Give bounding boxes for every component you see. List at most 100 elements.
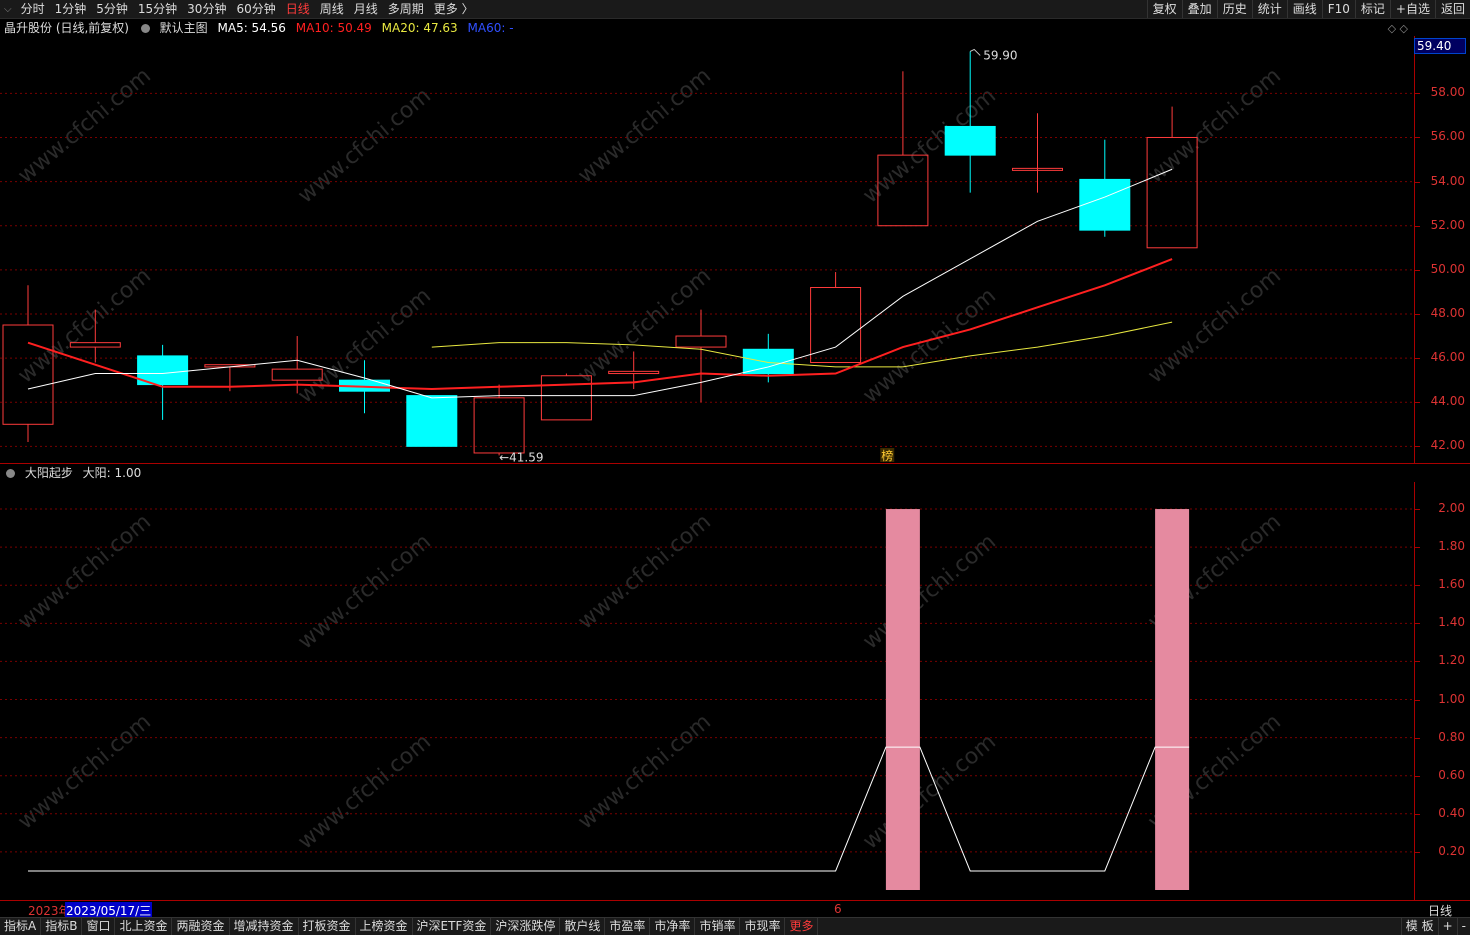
toolbar-right-buttons: 复权 叠加 历史 统计 画线 F10 标记 +自选 返回 [1146, 0, 1470, 18]
settings-circle-icon[interactable] [140, 24, 150, 33]
low-price-label: ←41.59 [499, 450, 543, 464]
indicator-tab-6[interactable]: 打板资金 [299, 918, 356, 935]
period-tab-1[interactable]: 1分钟 [50, 0, 92, 18]
indicator-tab-9[interactable]: 沪深涨跌停 [491, 918, 561, 935]
period-tab-9[interactable]: 多周期 [383, 0, 429, 18]
toolbar-button-1[interactable]: 叠加 [1181, 0, 1217, 18]
expand-icon[interactable]: ⌵ [0, 4, 16, 15]
diamond-icon[interactable]: ◇ ◇ [1388, 22, 1408, 35]
indicator-tab-10[interactable]: 散户线 [560, 918, 606, 935]
indicator-axis-label: 1.40 [1438, 615, 1465, 630]
indicator-axis-label: 1.60 [1438, 577, 1465, 592]
indicator-svg: www.cfchi.com www.cfchi.com www.cfchi.com w… [0, 508, 1414, 890]
indicator-tab-7[interactable]: 上榜资金 [356, 918, 413, 935]
signal-bar[interactable] [1155, 509, 1190, 890]
watermark-text: www.cfchi.com [13, 263, 155, 388]
watermark-text: www.cfchi.com [858, 529, 1000, 654]
axis-tick [1415, 623, 1420, 625]
toolbar-button-0[interactable]: 复权 [1146, 0, 1182, 18]
toolbar-button-4[interactable]: 画线 [1286, 0, 1322, 18]
signal-bar[interactable] [885, 509, 920, 890]
bottom-right-button-0[interactable]: 模 板 [1400, 918, 1438, 935]
period-tab-7[interactable]: 周线 [315, 0, 349, 18]
period-tab-6[interactable]: 日线 [281, 0, 315, 18]
indicator-tab-12[interactable]: 市净率 [650, 918, 696, 935]
axis-tick [1415, 661, 1420, 663]
indicator-tab-4[interactable]: 两融资金 [172, 918, 230, 935]
toolbar-button-5[interactable]: F10 [1321, 0, 1355, 18]
price-axis-label: 52.00 [1430, 217, 1465, 232]
candle[interactable] [1012, 113, 1063, 193]
watermark-text: www.cfchi.com [573, 509, 715, 634]
indicator-tab-11[interactable]: 市盈率 [605, 918, 651, 935]
indicator-tab-0[interactable]: 指标A [0, 918, 42, 935]
ma5-value: MA5: 54.56 [217, 21, 286, 35]
candle[interactable] [1079, 139, 1131, 237]
period-tab-10[interactable]: 更多 〉 [429, 0, 479, 18]
candle[interactable] [137, 344, 189, 420]
candle-body [810, 287, 862, 364]
indicator-tab-13[interactable]: 市销率 [695, 918, 741, 935]
indicator-tab-3[interactable]: 北上资金 [115, 918, 173, 935]
period-tab-0[interactable]: 分时 [16, 0, 50, 18]
price-axis: 58.00 56.00 54.00 52.00 50.00 48.00 46.00 44.00… [1414, 36, 1470, 464]
settings-circle-icon[interactable] [6, 469, 15, 478]
bottom-right-buttons: 模 板 + - [1400, 918, 1470, 935]
toolbar-button-7[interactable]: +自选 [1389, 0, 1435, 18]
period-toolbar: ⌵ 分时 1分钟 5分钟 15分钟 30分钟 60分钟 日线 周线 月线 多周期 更多 〉 复权 叠加… [0, 0, 1470, 19]
bottom-right-button-1[interactable]: + [1437, 918, 1457, 935]
axis-tick [1415, 137, 1420, 139]
candle[interactable] [406, 395, 458, 447]
candlestick-svg: www.cfchi.com www.cfchi.com www.cfchi.com w… [0, 48, 1414, 464]
watermark-text: www.cfchi.com [293, 83, 435, 208]
watermark-text: www.cfchi.com [293, 729, 435, 854]
price-axis-label: 42.00 [1430, 438, 1465, 453]
sub-chart-info: 大阳起步 大阳: 1.00 [4, 465, 147, 481]
axis-tick [1415, 358, 1420, 360]
indicator-tab-14[interactable]: 市现率 [740, 918, 786, 935]
price-axis-label: 48.00 [1430, 305, 1465, 320]
indicator-name[interactable]: 大阳起步 [25, 466, 73, 480]
candle-body [675, 335, 727, 348]
indicator-chart[interactable]: www.cfchi.com www.cfchi.com www.cfchi.com w… [0, 482, 1414, 900]
candle[interactable] [810, 272, 862, 364]
period-tab-5[interactable]: 60分钟 [231, 0, 280, 18]
indicator-tab-2[interactable]: 窗口 [82, 918, 116, 935]
toolbar-button-8[interactable]: 返回 [1434, 0, 1470, 18]
period-tabs: ⌵ 分时 1分钟 5分钟 15分钟 30分钟 60分钟 日线 周线 月线 多周期 更多 〉 [0, 0, 479, 18]
period-tab-3[interactable]: 15分钟 [133, 0, 182, 18]
candle-body [406, 395, 458, 447]
indicator-axis-label: 0.80 [1438, 729, 1465, 744]
toolbar-button-2[interactable]: 历史 [1216, 0, 1252, 18]
indicator-tab-1[interactable]: 指标B [41, 918, 83, 935]
watermark-text: www.cfchi.com [13, 63, 155, 188]
price-axis-label: 46.00 [1430, 350, 1465, 365]
watermark-text: www.cfchi.com [858, 283, 1000, 408]
indicator-axis-label: 2.00 [1438, 501, 1465, 516]
indicator-tab-15[interactable]: 更多 [785, 918, 819, 935]
template-name[interactable]: 默认主图 [160, 21, 208, 35]
month-marker: 6 [834, 902, 842, 916]
toolbar-button-6[interactable]: 标记 [1354, 0, 1390, 18]
bottom-right-button-2[interactable]: - [1456, 918, 1470, 935]
watermark-text: www.cfchi.com [1143, 263, 1285, 388]
period-tab-4[interactable]: 30分钟 [182, 0, 231, 18]
indicator-axis-label: 1.80 [1438, 539, 1465, 554]
candle-body [473, 397, 525, 454]
toolbar-button-3[interactable]: 统计 [1251, 0, 1287, 18]
axis-tick [1415, 585, 1420, 587]
watermark-text: www.cfchi.com [573, 63, 715, 188]
indicator-axis-label: 0.40 [1438, 805, 1465, 820]
period-tab-2[interactable]: 5分钟 [91, 0, 133, 18]
period-tab-8[interactable]: 月线 [349, 0, 383, 18]
indicator-tab-8[interactable]: 沪深ETF资金 [413, 918, 492, 935]
candle-body [608, 370, 660, 375]
rank-marker[interactable]: 榜 [881, 448, 893, 463]
indicator-tab-5[interactable]: 增减持资金 [230, 918, 299, 935]
price-axis-label: 44.00 [1430, 394, 1465, 409]
watermark-text: www.cfchi.com [13, 709, 155, 834]
candlestick-chart[interactable]: www.cfchi.com www.cfchi.com www.cfchi.com w… [0, 36, 1414, 464]
ma20-line [431, 321, 1173, 368]
high-marker-arrow [969, 48, 981, 56]
candle[interactable] [675, 309, 727, 403]
